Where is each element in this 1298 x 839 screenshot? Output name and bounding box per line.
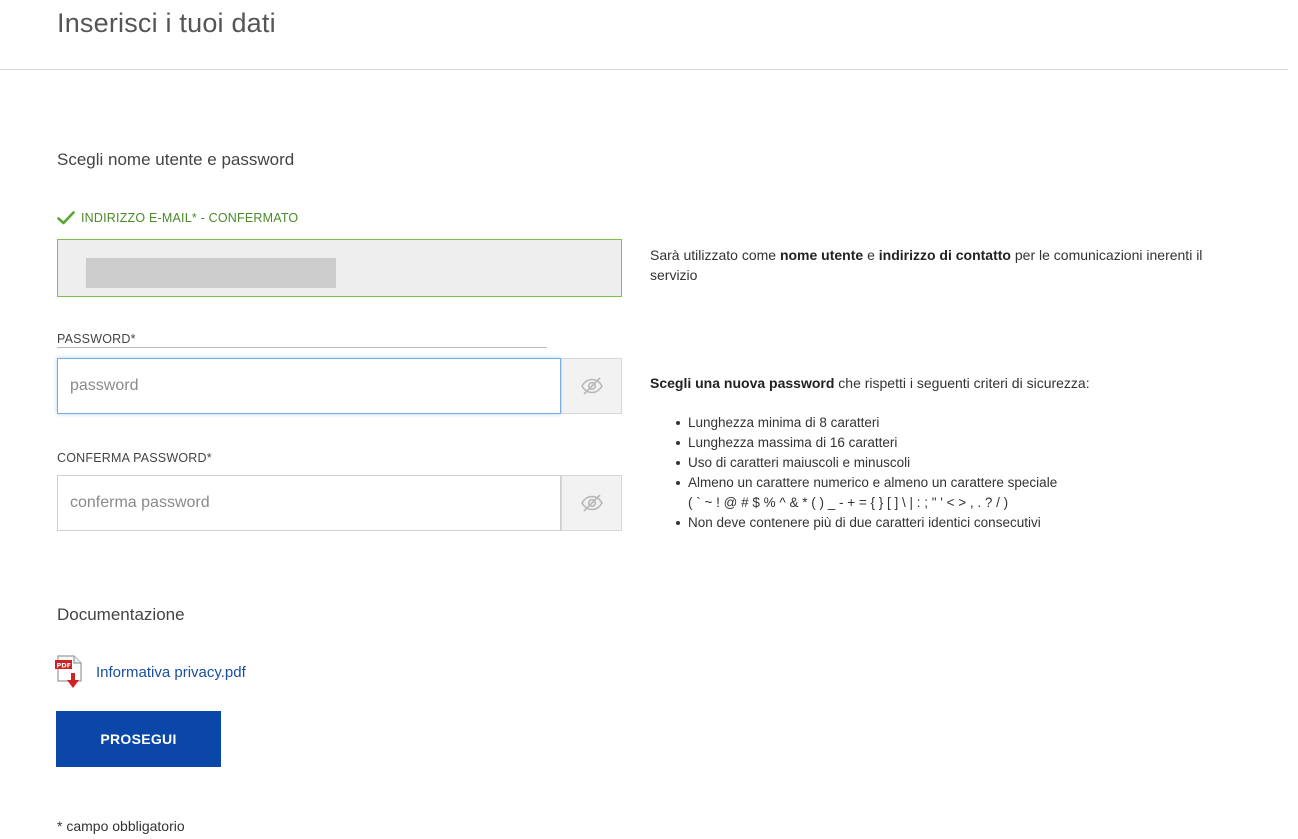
password-label-underline xyxy=(57,347,547,348)
password-input[interactable] xyxy=(57,358,561,414)
email-label: INDIRIZZO E-MAIL* - CONFERMATO xyxy=(57,211,298,225)
confirm-password-input[interactable] xyxy=(57,475,561,531)
email-label-text: INDIRIZZO E-MAIL* - CONFERMATO xyxy=(81,211,299,225)
password-criteria-list: Lunghezza minima di 8 caratteri Lunghezz… xyxy=(674,413,1057,533)
credentials-section-title: Scegli nome utente e password xyxy=(57,150,295,169)
password-label: PASSWORD* xyxy=(57,332,136,346)
check-icon xyxy=(57,211,75,225)
list-item: Almeno un carattere numerico e almeno un… xyxy=(674,473,1057,513)
privacy-document-row: PDF Informativa privacy.pdf xyxy=(54,655,246,689)
password-help-text: Scegli una nuova password che rispetti i… xyxy=(650,375,1090,391)
pdf-download-icon[interactable]: PDF xyxy=(54,655,84,689)
email-field xyxy=(57,239,622,297)
prosegui-button[interactable]: PROSEGUI xyxy=(56,711,221,767)
list-item: Lunghezza minima di 8 caratteri xyxy=(674,413,1057,433)
confirm-password-label: CONFERMA PASSWORD* xyxy=(57,451,212,465)
confirm-password-visibility-toggle[interactable] xyxy=(561,475,622,531)
page-title: Inserisci i tuoi dati xyxy=(57,8,276,38)
password-visibility-toggle[interactable] xyxy=(561,358,622,414)
list-item: Non deve contenere più di due caratteri … xyxy=(674,513,1057,533)
list-item: Uso di caratteri maiuscoli e minuscoli xyxy=(674,453,1057,473)
required-field-footnote: * campo obbligatorio xyxy=(57,818,185,834)
special-characters: ( ` ~ ! @ # $ % ^ & * ( ) _ - + = { } [ … xyxy=(688,495,1009,510)
eye-slash-icon xyxy=(580,494,603,512)
documentation-section-title: Documentazione xyxy=(57,605,185,624)
privacy-pdf-link[interactable]: Informativa privacy.pdf xyxy=(96,664,246,681)
list-item: Lunghezza massima di 16 caratteri xyxy=(674,433,1057,453)
email-redacted-value xyxy=(86,258,336,288)
title-divider xyxy=(0,69,1288,70)
svg-text:PDF: PDF xyxy=(57,661,72,669)
eye-slash-icon xyxy=(580,377,603,395)
email-help-text: Sarà utilizzato come nome utente e indir… xyxy=(650,247,1203,283)
